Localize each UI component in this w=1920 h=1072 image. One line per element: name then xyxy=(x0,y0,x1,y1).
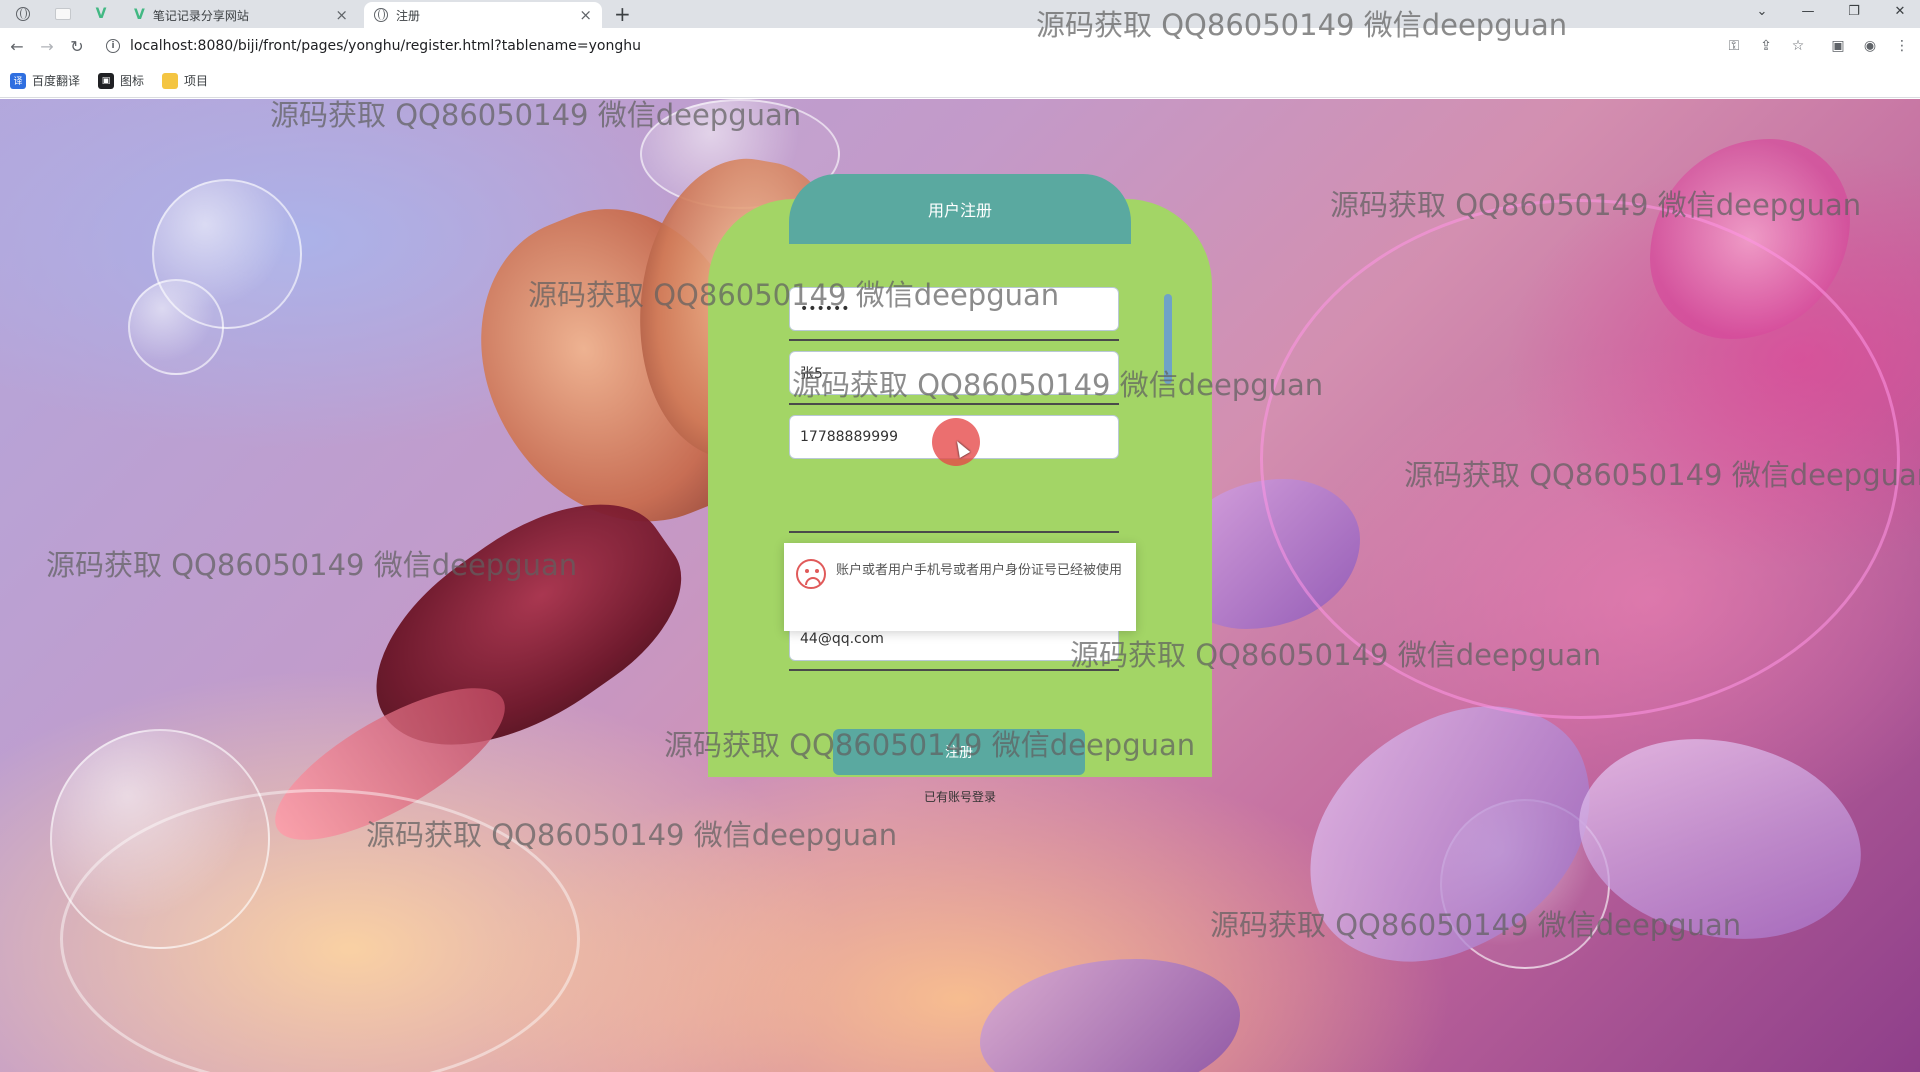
pinned-tab-3[interactable]: V xyxy=(88,2,114,26)
close-window-button[interactable]: ✕ xyxy=(1882,0,1918,22)
bookmark-project-folder[interactable]: 项目 xyxy=(162,72,208,89)
translate-icon: 译 xyxy=(10,72,26,89)
tab-close-icon[interactable]: × xyxy=(335,6,348,24)
watermark: 源码获取 QQ86050149 微信deepguan xyxy=(1070,638,1602,672)
share-icon[interactable]: ⇪ xyxy=(1754,34,1778,58)
watermark: 源码获取 QQ86050149 微信deepguan xyxy=(1036,8,1568,42)
login-link[interactable]: 已有账号登录 xyxy=(708,788,1212,805)
image-icon: ▣ xyxy=(98,72,115,89)
forward-icon[interactable]: → xyxy=(34,33,60,59)
error-toast: 账户或者用户手机号或者用户身份证号已经被使用 xyxy=(784,543,1136,631)
globe-icon xyxy=(16,7,30,21)
sad-face-icon xyxy=(796,559,826,589)
vue-logo-icon: V xyxy=(95,6,107,22)
profile-avatar-icon[interactable]: ◉ xyxy=(1858,34,1882,58)
tab-title: 注册 xyxy=(396,8,421,23)
field-divider xyxy=(789,531,1119,533)
bookmark-icons[interactable]: ▣ 图标 xyxy=(98,72,144,89)
watermark: 源码获取 QQ86050149 微信deepguan xyxy=(1210,908,1742,942)
info-icon[interactable]: i xyxy=(106,39,120,53)
reload-icon[interactable]: ↻ xyxy=(64,33,90,59)
globe-icon xyxy=(374,8,388,22)
watermark: 源码获取 QQ86050149 微信deepguan xyxy=(1404,458,1920,492)
new-tab-button[interactable]: + xyxy=(614,2,631,26)
bookmark-label: 项目 xyxy=(184,74,209,88)
flower-petal xyxy=(980,959,1240,1072)
tab-close-icon[interactable]: × xyxy=(579,6,592,24)
restore-button[interactable]: ❐ xyxy=(1836,0,1872,22)
side-panel-icon[interactable]: ▣ xyxy=(1826,34,1850,58)
tab-notes-site[interactable]: V 笔记记录分享网站 × xyxy=(124,2,358,28)
pinned-tab-1[interactable] xyxy=(10,2,36,26)
watermark: 源码获取 QQ86050149 微信deepguan xyxy=(528,278,1060,312)
bookmark-label: 图标 xyxy=(120,74,145,88)
bookmark-label: 百度翻译 xyxy=(32,74,81,88)
register-title: 用户注册 xyxy=(789,174,1131,244)
back-icon[interactable]: ← xyxy=(4,33,30,59)
watermark: 源码获取 QQ86050149 微信deepguan xyxy=(664,728,1196,762)
bookmark-star-icon[interactable]: ☆ xyxy=(1786,34,1810,58)
browser-tab-strip: V V 笔记记录分享网站 × 注册 × + ⌄ — ❐ ✕ xyxy=(0,0,1920,28)
blank-page-icon xyxy=(55,8,71,20)
minimize-button[interactable]: — xyxy=(1790,0,1826,22)
vue-logo-icon: V xyxy=(134,7,145,23)
tab-title: 笔记记录分享网站 xyxy=(152,8,249,23)
tab-search-icon[interactable]: ⌄ xyxy=(1744,0,1780,22)
key-icon[interactable]: ⚿ xyxy=(1722,34,1746,58)
tab-register[interactable]: 注册 × xyxy=(364,2,602,28)
watermark: 源码获取 QQ86050149 微信deepguan xyxy=(366,818,898,852)
field-divider xyxy=(789,339,1119,341)
pinned-tab-2[interactable] xyxy=(50,2,76,26)
watermark: 源码获取 QQ86050149 微信deepguan xyxy=(270,98,802,132)
menu-kebab-icon[interactable]: ⋮ xyxy=(1890,34,1914,58)
watermark: 源码获取 QQ86050149 微信deepguan xyxy=(46,548,578,582)
watermark: 源码获取 QQ86050149 微信deepguan xyxy=(792,368,1324,402)
bookmark-baidu-translate[interactable]: 译 百度翻译 xyxy=(10,72,80,89)
address-bar: ← → ↻ i localhost:8080/biji/front/pages/… xyxy=(0,28,1920,64)
url-text: localhost:8080/biji/front/pages/yonghu/r… xyxy=(130,38,641,54)
watermark: 源码获取 QQ86050149 微信deepguan xyxy=(1330,188,1862,222)
bubble-decoration xyxy=(128,279,224,375)
toast-message: 账户或者用户手机号或者用户身份证号已经被使用 xyxy=(836,563,1123,578)
folder-icon xyxy=(162,72,179,89)
